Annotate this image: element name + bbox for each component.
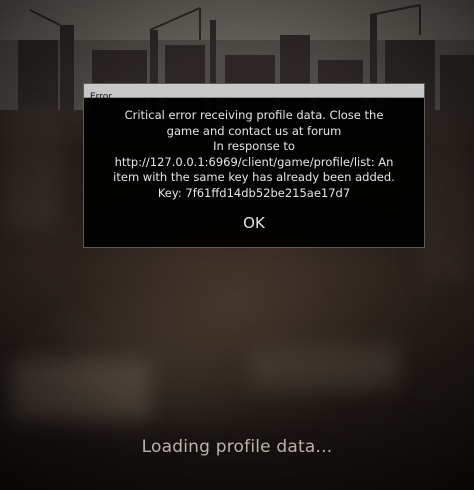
loading-status-text: Loading profile data... (141, 437, 333, 457)
ok-button[interactable]: OK (235, 214, 273, 232)
error-dialog: Error Critical error receiving profile d… (83, 83, 425, 248)
background-blur-shape (0, 110, 60, 230)
error-message-line: In response to (213, 139, 295, 153)
error-message-line: game and contact us at forum (166, 123, 342, 138)
background-blur-shape (250, 345, 400, 390)
background-blur-shape (420, 120, 474, 280)
error-message-line: Critical error receiving profile data. C… (124, 108, 384, 122)
dialog-body: Critical error receiving profile data. C… (84, 98, 424, 233)
error-message-line: Key: 7f61ffd14db52be215ae17d7 (157, 185, 351, 200)
error-message: Critical error receiving profile data. C… (92, 108, 416, 201)
game-loading-screen: Error Critical error receiving profile d… (0, 0, 474, 490)
background-blur-shape (10, 360, 150, 420)
dialog-titlebar[interactable]: Error (84, 84, 424, 102)
dialog-title: Error (90, 92, 112, 102)
error-message-line: http://127.0.0.1:6969/client/game/profil… (114, 154, 394, 169)
error-message-line: item with the same key has already been … (113, 170, 395, 184)
